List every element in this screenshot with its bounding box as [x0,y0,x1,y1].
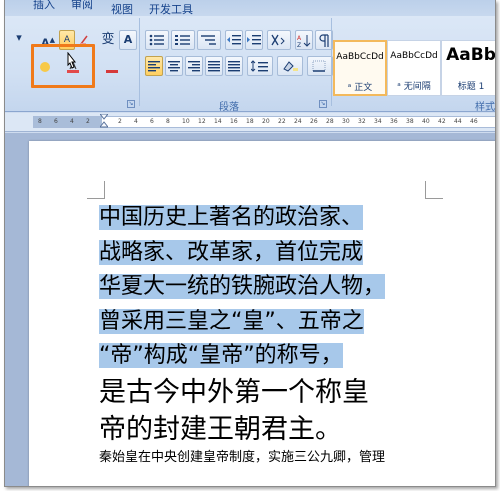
ruler-tick-label: 32 [358,118,366,125]
char-border-button[interactable]: A [119,30,137,50]
tab-developer[interactable]: 开发工具 [149,1,193,17]
indent-marker-icon[interactable] [100,114,108,128]
ruler-tick-label: 28 [326,118,334,125]
ruler-tick-label: 12 [198,118,206,125]
line-spacing-button[interactable] [247,56,273,76]
ruler-tick-label: 6 [54,118,58,125]
font-dialog-launcher-icon[interactable]: ↘ [127,100,135,108]
increase-indent-button[interactable] [245,30,263,50]
horizontal-ruler[interactable]: 8 6 4 2 2 4 6 8 10 12 14 16 18 20 22 24 26 28 30 32 34 36 38 40… [5,113,495,132]
style-heading-1-name: 标题 1 [457,82,485,92]
sort-button[interactable]: AZ [295,30,313,50]
ruler-tick-label: 6 [150,118,154,125]
borders-button[interactable] [307,56,333,76]
body-line-large: 帝的封建王朝君主。 [99,413,342,445]
ruler-tick-label: 40 [422,118,430,125]
document-area: 中国历史上著名的政治家、 战略家、改革家，首位完成 华夏大一统的铁腕政治人物， … [5,133,495,486]
ruler-tick-label: 4 [134,118,138,125]
align-center-button[interactable] [165,56,183,76]
ruler-tick-label: 34 [374,118,382,125]
document-page[interactable]: 中国历史上著名的政治家、 战略家、改革家，首位完成 华夏大一统的铁腕政治人物， … [29,141,495,486]
shading-button[interactable] [277,56,303,76]
style-no-spacing-name: ᵃ 无间隔 [397,82,431,92]
align-right-button[interactable] [185,56,203,76]
margin-corner-mark [425,181,443,199]
ruler-tick-label: 36 [390,118,398,125]
tab-insert[interactable]: 插入 [33,0,55,12]
ruler-tick-label: 46 [470,118,478,125]
mouse-pointer-icon [67,52,77,69]
selected-line: 战略家、改革家，首位完成 [99,239,364,265]
ruler-tick-label: 8 [38,118,42,125]
distributed-button[interactable] [225,56,243,76]
style-normal[interactable]: AaBbCcDd ᵃ 正文 [333,40,387,96]
document-body[interactable]: 中国历史上著名的政治家、 战略家、改革家，首位完成 华夏大一统的铁腕政治人物， … [99,201,444,468]
ruler-tick-label: 8 [166,118,170,125]
ribbon-tab-strip: 插入 审阅 视图 开发工具 [5,0,495,16]
numbering-button[interactable] [171,30,195,50]
ruler-tick-label: 24 [294,118,302,125]
group-separator [331,18,332,106]
char-border-glyph: A [123,33,133,46]
style-normal-name: ᵃ 正文 [347,83,373,93]
paragraph-group-label: 段落 [219,102,239,113]
group-separator [139,18,140,106]
align-left-button[interactable] [145,56,163,76]
ruler-tick-label: 44 [454,118,462,125]
phonetic-glyph: 变 [101,32,115,47]
ruler-tick-label: 20 [262,118,270,125]
ruler-tick-label: 2 [118,118,122,125]
margin-corner-mark [87,181,105,199]
highlight-annotation-box [31,44,95,88]
ruler-tick-label: 4 [70,118,74,125]
grow-arrow-icon: ▲ [49,36,55,44]
style-no-spacing-sample: AaBbCcDd [390,51,438,61]
body-line-small: 秦始皇在中央创建皇帝制度，实施三公九卿，管理 [99,449,386,465]
bullets-button[interactable] [145,30,169,50]
justify-button[interactable] [205,56,223,76]
style-heading-1[interactable]: AaBb 标题 1 [441,40,496,96]
svg-text:A: A [297,35,302,42]
style-no-spacing[interactable]: AaBbCcDd ᵃ 无间隔 [387,40,441,96]
font-size-arrow-icon[interactable]: ▾ [9,28,29,48]
selected-line: 华夏大一统的铁腕政治人物， [99,274,386,299]
font-color-icon[interactable] [103,56,121,76]
ruler-tick-label: 26 [310,118,318,125]
tab-review[interactable]: 审阅 [71,0,93,12]
ruler-tick-label: 42 [438,118,446,125]
chinese-layout-button[interactable] [267,30,291,50]
ruler-tick-label: 38 [406,118,414,125]
ribbon: ▾ A▲ A 变 A ↘ A Z 段落 ↘ AaBbCcDd ᵃ 正文 AaBb… [5,16,496,113]
decrease-indent-button[interactable] [225,30,243,50]
ruler-margin-left [34,117,102,127]
ruler-tick-label: 2 [86,118,90,125]
selected-line: 曾采用三皇之“皇”、五帝之 [99,308,364,334]
ruler-tick-label: 18 [246,118,254,125]
ruler-tick-label: 14 [214,118,222,125]
paragraph-dialog-launcher-icon[interactable]: ↘ [319,100,327,108]
phonetic-guide-button[interactable]: 变 [99,30,117,50]
tab-view[interactable]: 视图 [111,1,133,17]
ruler-tick-label: 30 [342,118,350,125]
selected-line: 中国历史上著名的政治家、 [99,205,364,230]
ruler-tick-label: 22 [278,118,286,125]
style-heading-1-sample: AaBb [446,45,496,65]
body-line-large: 是古今中外第一个称皇 [99,376,369,408]
ruler-tick-label: 10 [182,118,190,125]
word-window: 插入 审阅 视图 开发工具 ▾ A▲ A 变 A ↘ A Z 段落 ↘ AaBb… [4,0,496,487]
styles-group-label: 样式 [475,102,495,113]
multilevel-list-button[interactable] [197,30,221,50]
svg-text:Z: Z [297,42,301,48]
selected-line: “帝”构成“皇帝”的称号， [99,343,343,368]
style-normal-sample: AaBbCcDd [336,52,384,62]
ruler-tick-label: 16 [230,118,238,125]
